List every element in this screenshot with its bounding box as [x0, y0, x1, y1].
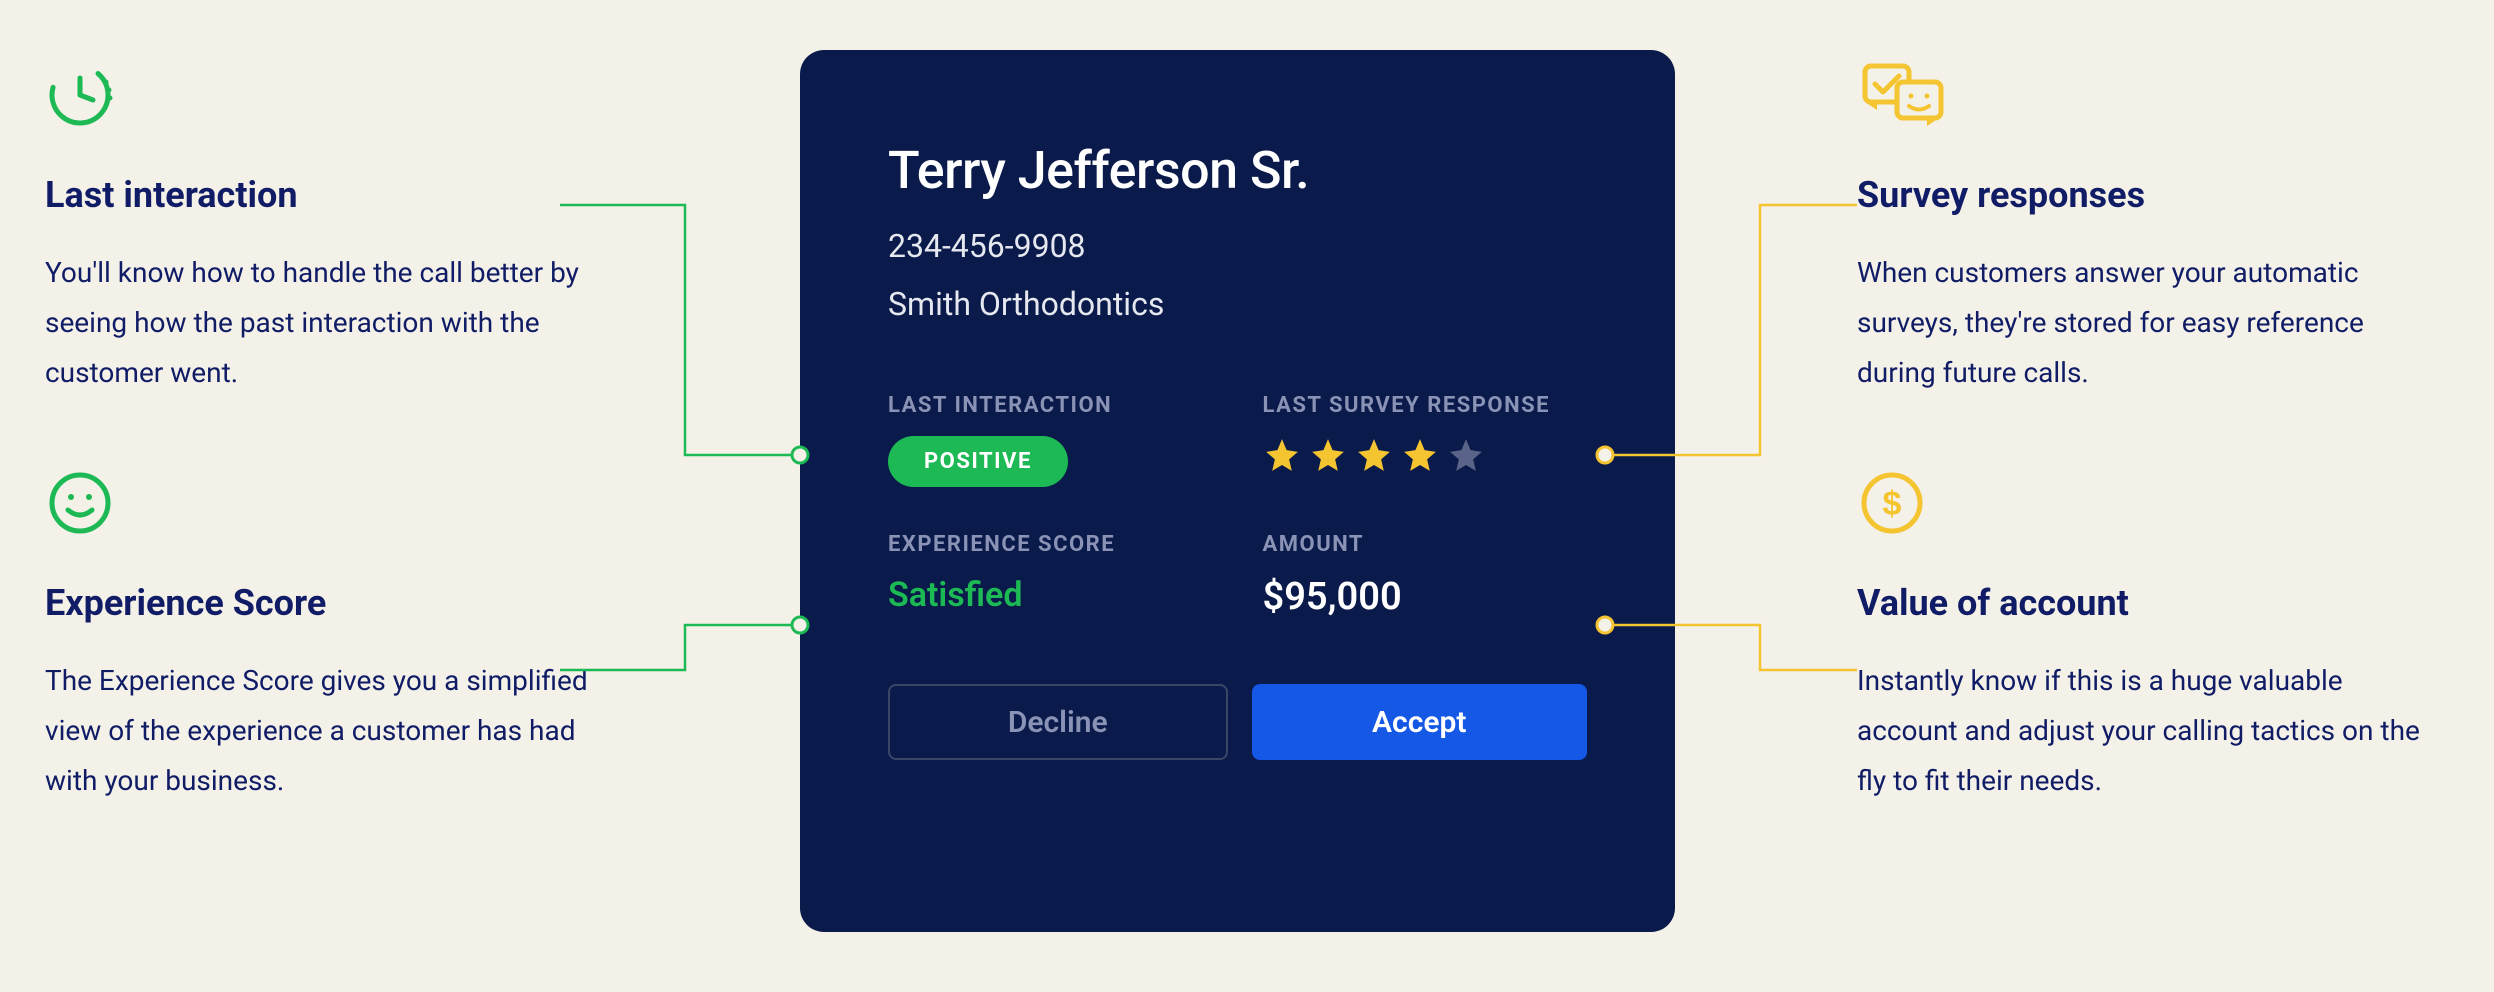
last-survey-section: LAST SURVEY RESPONSE [1263, 393, 1588, 487]
feature-last-interaction: Last interaction You'll know how to hand… [45, 60, 605, 398]
amount-label: AMOUNT [1263, 532, 1588, 557]
feature-experience-score: Experience Score The Experience Score gi… [45, 468, 605, 806]
interaction-badge: POSITIVE [888, 436, 1068, 487]
feature-title: Last interaction [45, 174, 605, 216]
feature-desc: The Experience Score gives you a simplif… [45, 656, 605, 806]
star-rating [1263, 436, 1588, 474]
feature-value-of-account: $ Value of account Instantly know if thi… [1857, 468, 2447, 806]
accept-button[interactable]: Accept [1252, 684, 1588, 760]
star-icon [1401, 436, 1439, 474]
svg-text:$: $ [1883, 485, 1902, 523]
experience-score-label: EXPERIENCE SCORE [888, 532, 1213, 557]
amount-section: AMOUNT $95,000 [1263, 532, 1588, 619]
feature-desc: Instantly know if this is a huge valuabl… [1857, 656, 2447, 806]
customer-card: Terry Jefferson Sr. 234-456-9908 Smith O… [800, 50, 1675, 932]
feature-title: Experience Score [45, 582, 605, 624]
last-interaction-label: LAST INTERACTION [888, 393, 1213, 418]
customer-name: Terry Jefferson Sr. [888, 140, 1587, 201]
feature-survey-responses: Survey responses When customers answer y… [1857, 60, 2447, 398]
star-icon-empty [1447, 436, 1485, 474]
left-features: Last interaction You'll know how to hand… [45, 60, 605, 876]
experience-score-section: EXPERIENCE SCORE Satisfied [888, 532, 1213, 619]
customer-company: Smith Orthodontics [888, 285, 1587, 323]
feature-desc: You'll know how to handle the call bette… [45, 248, 605, 398]
chat-check-icon [1857, 60, 2447, 134]
feature-title: Value of account [1857, 582, 2447, 624]
last-interaction-section: LAST INTERACTION POSITIVE [888, 393, 1213, 487]
last-survey-label: LAST SURVEY RESPONSE [1263, 393, 1588, 418]
clock-icon [45, 60, 605, 134]
amount-value: $95,000 [1263, 575, 1588, 619]
star-icon [1355, 436, 1393, 474]
smile-icon [45, 468, 605, 542]
feature-desc: When customers answer your automatic sur… [1857, 248, 2447, 398]
experience-score-value: Satisfied [888, 575, 1213, 615]
star-icon [1309, 436, 1347, 474]
decline-button[interactable]: Decline [888, 684, 1228, 760]
star-icon [1263, 436, 1301, 474]
right-features: Survey responses When customers answer y… [1857, 60, 2447, 876]
feature-title: Survey responses [1857, 174, 2447, 216]
customer-phone: 234-456-9908 [888, 227, 1587, 265]
dollar-circle-icon: $ [1857, 468, 2447, 542]
